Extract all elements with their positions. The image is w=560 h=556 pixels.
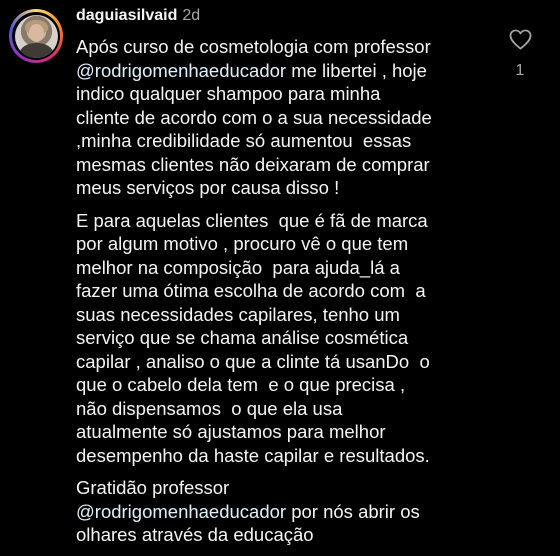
comment-line: @rodrigomenhaeducador por nós abrir os (76, 500, 496, 524)
comment-line: Após curso de cosmetologia com professor (76, 36, 431, 57)
comment-text: Após curso de cosmetologia com professor… (76, 35, 496, 556)
comment-line: capilar , analiso o que a clinte tá usan… (76, 350, 430, 372)
heart-outline-icon (509, 29, 531, 49)
profile-photo (14, 14, 58, 58)
comment-line: fazer uma ótima escolha de acordo com a (76, 280, 426, 301)
comment-line: E para aquelas clientes que é fã de marc… (76, 209, 428, 231)
comment-line: cliente de acordo com o a sua necessidad… (76, 106, 432, 128)
comment-line: olhares através da educação (76, 524, 314, 545)
comment-line: desempenho da haste capilar e resultados… (76, 444, 430, 466)
comment-line: Gratidão professor (76, 477, 230, 498)
comment-paragraph: E para aquelas clientes que é fã de marc… (76, 209, 496, 468)
comment-line: meus serviços por causa disso ! (76, 177, 340, 198)
comment-line: atualmente só ajustamos para melhor (76, 421, 386, 442)
comment-line: ,minha credibilidade só aumentou essas (76, 130, 412, 151)
comment-paragraph: Após curso de cosmetologia com professor… (76, 35, 496, 200)
mention-link[interactable]: @rodrigomenhaeducador (76, 60, 286, 81)
comment-header: daguiasilvaid 2d (76, 6, 200, 26)
username[interactable]: daguiasilvaid (76, 7, 177, 24)
comment-line: mesmas clientes não deixaram de comprar (76, 153, 430, 175)
mention-link[interactable]: @rodrigomenhaeducador (76, 501, 286, 522)
comment-line: @rodrigomenhaeducador me libertei , hoje (76, 59, 496, 83)
comment: daguiasilvaid 2d Após curso de cosmetolog… (0, 0, 560, 545)
avatar-gap (12, 12, 60, 60)
comment-line-rest: me libertei , hoje (286, 59, 427, 81)
avatar-face (28, 23, 44, 42)
comment-paragraph: Gratidão professor @rodrigomenhaeducador … (76, 476, 496, 547)
like-button[interactable] (507, 26, 533, 52)
avatar-shoulders (19, 42, 53, 58)
timestamp: 2d (182, 7, 201, 24)
comment-line: por algum motivo , procuro vê o que tem (76, 233, 409, 254)
comment-line: que o cabelo dela tem e o que precisa , (76, 374, 406, 395)
comment-line: suas necessidades capilares, tenho um (76, 303, 400, 325)
comment-line: não dispensamos o que ela usa (76, 397, 343, 419)
like-count[interactable]: 1 (508, 62, 532, 80)
avatar[interactable] (9, 9, 63, 63)
comment-line: serviço que se chama análise cosmética (76, 327, 409, 348)
comment-line: melhor na composição para ajuda_lá a (76, 256, 400, 278)
comment-line: indico qualquer shampoo para minha (76, 83, 381, 104)
comment-line-rest: por nós abrir os (286, 500, 420, 522)
